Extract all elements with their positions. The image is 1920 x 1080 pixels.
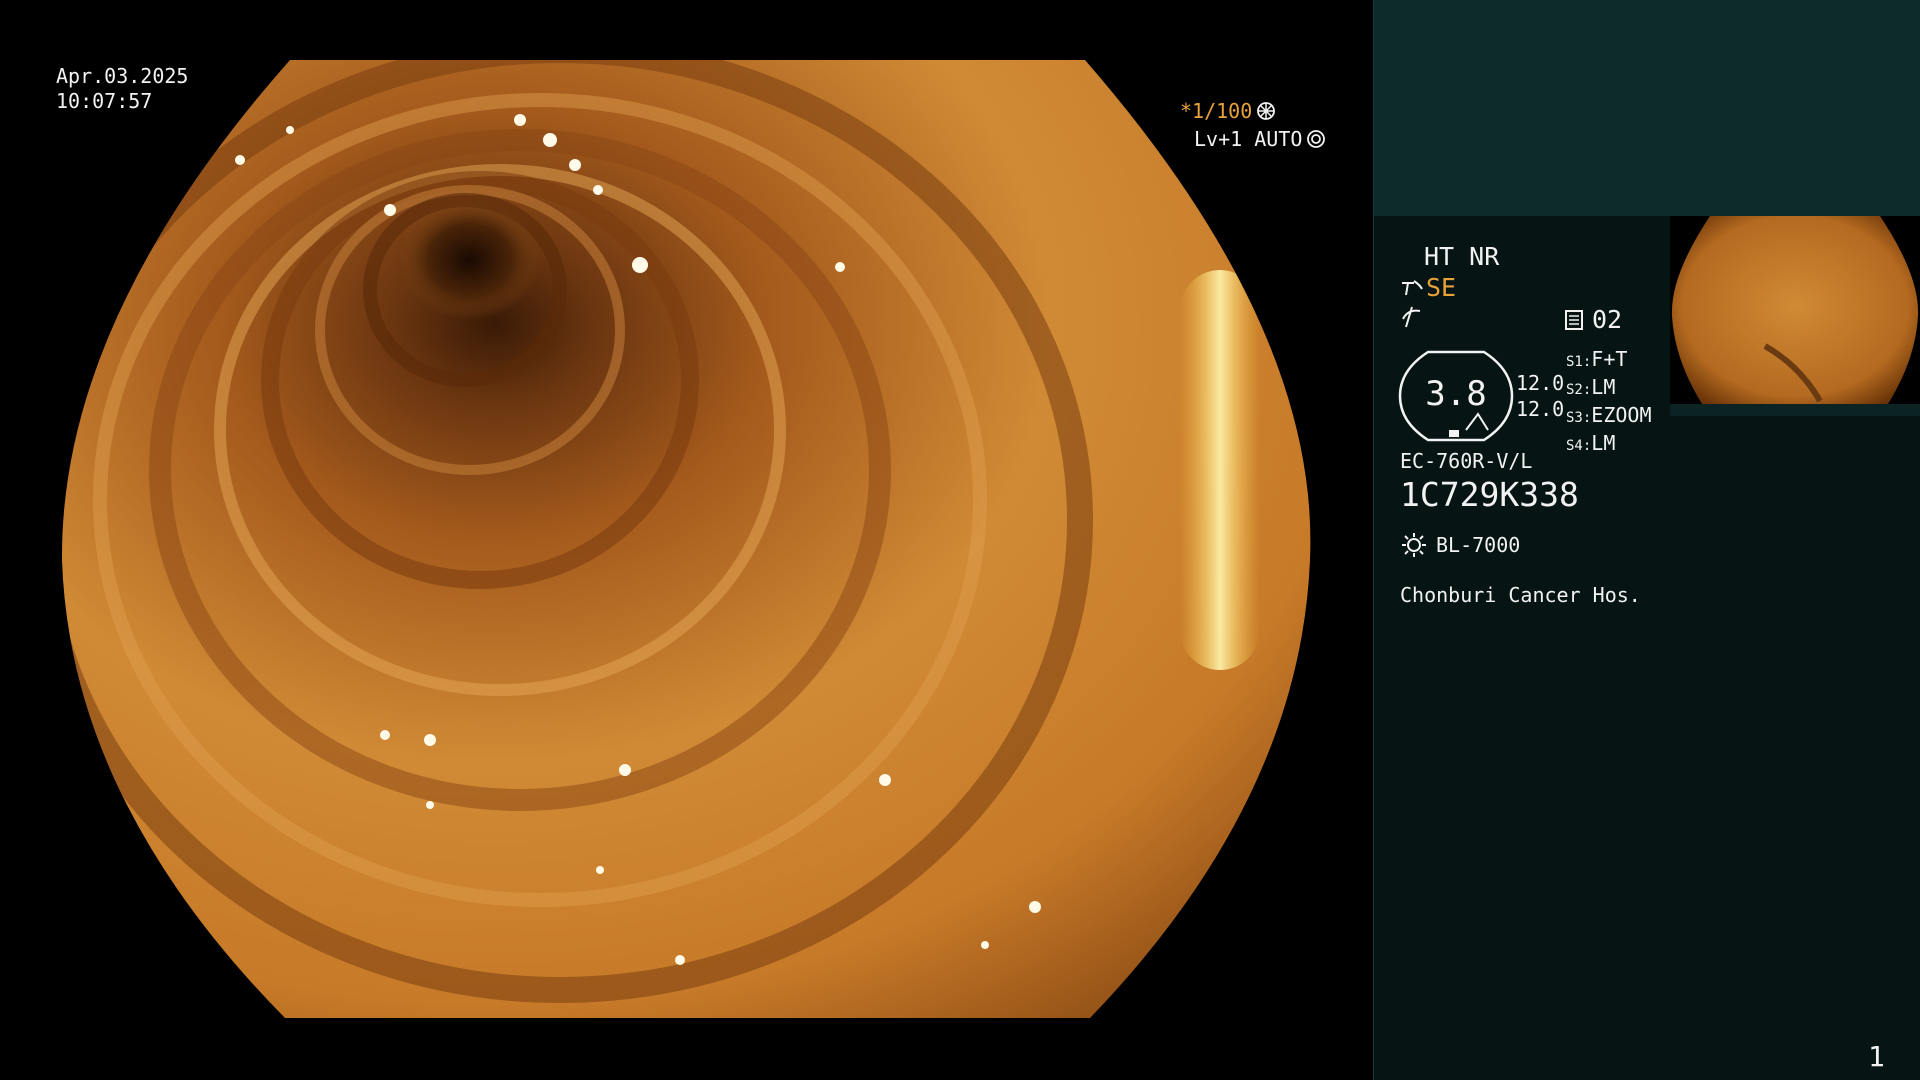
memory-number: 02 [1592,305,1623,334]
exam-time: 10:07:57 [56,89,153,113]
dial-gauge: 3.8 [1398,350,1514,442]
dial-value: 3.8 [1425,374,1487,414]
light-source-row: BL-7000 [1400,531,1520,559]
light-icon [1402,533,1426,557]
processing-mode: HT NR [1424,242,1500,271]
endoscopy-image [61,60,1311,1018]
panel-header [1373,0,1920,216]
light-source-model: BL-7000 [1436,533,1521,557]
thumbnail-image [1671,216,1919,416]
thumbnail-preview[interactable] [1670,216,1920,416]
shutter-icon [1257,102,1276,120]
switch-row: S4:LM [1566,431,1616,455]
date-time-block: Apr.03.2025 10:07:57 [56,64,188,114]
endoscopy-view: Apr.03.2025 10:07:57 *1/100 Lv+1 AUTO [0,0,1372,1080]
switch-row: S3:EZOOM [1566,403,1652,427]
iris-icon [1307,130,1326,148]
gain-values: 12.0 12.0 [1516,370,1564,422]
page-number: 1 [1868,1040,1885,1073]
scope-serial: 1C729K338 [1400,475,1579,514]
switch-row: S1:F+T [1566,347,1628,371]
shutter-speed: *1/100 [1180,99,1253,123]
scope-model: EC-760R-V/L [1400,449,1533,473]
brightness-level: Lv+1 AUTO [1194,127,1303,151]
thumbnail-caption-bar [1670,404,1920,416]
level-readout: Lv+1 AUTO [1194,127,1326,151]
memory-row: 02 [1564,305,1622,334]
shutter-readout: *1/100 [1180,99,1276,123]
gain-value-2: 12.0 [1516,397,1565,421]
switch-list: S1:F+T S2:LM S3:EZOOM S4:LM [1566,347,1652,459]
enhance-row: SE [1400,273,1456,302]
exam-date: Apr.03.2025 [56,64,189,88]
gain-value-1: 12.0 [1516,371,1565,395]
hospital-name: Chonburi Cancer Hos. [1400,583,1641,607]
structure-enhance: SE [1426,273,1457,302]
flash-icon [1402,306,1421,328]
memory-icon [1565,309,1583,330]
switch-row: S2:LM [1566,375,1616,399]
enhance-icon [1402,279,1423,295]
